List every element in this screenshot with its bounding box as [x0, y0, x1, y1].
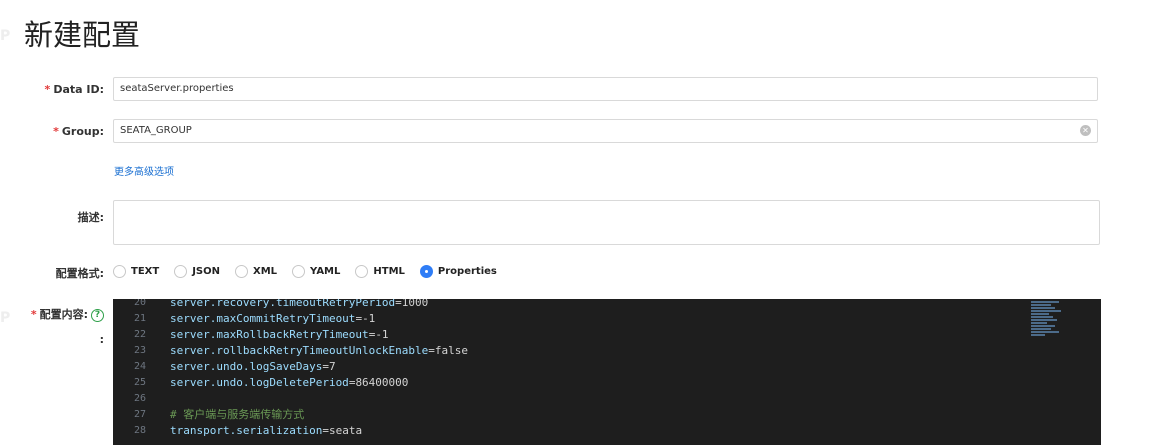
format-option-json[interactable]: JSON: [174, 264, 220, 278]
code-text: server.maxCommitRetryTimeout=-1: [170, 311, 375, 327]
data-id-input[interactable]: seataServer.properties: [113, 77, 1098, 101]
editor-minimap[interactable]: [1031, 301, 1063, 339]
radio-circle-icon[interactable]: [419, 264, 433, 278]
format-option-label: Properties: [437, 265, 497, 277]
group-value: SEATA_GROUP: [120, 125, 192, 136]
line-number: 28: [133, 425, 146, 436]
code-equals: =: [322, 424, 329, 437]
group-input[interactable]: SEATA_GROUP ✕: [113, 119, 1098, 143]
format-label: 配置格式:: [55, 267, 104, 280]
code-text: server.rollbackRetryTimeoutUnlockEnable=…: [170, 343, 468, 359]
code-value: seata: [328, 424, 363, 437]
code-key: server.rollbackRetryTimeoutUnlockEnable: [170, 344, 429, 357]
code-key: server.undo.logDeletePeriod: [170, 376, 349, 389]
advanced-options-link[interactable]: 更多高级选项: [114, 163, 174, 178]
format-option-properties[interactable]: Properties: [419, 264, 497, 278]
content-label-suffix: :: [99, 333, 104, 346]
code-key: transport.serialization: [170, 424, 323, 437]
code-value: false: [434, 344, 469, 357]
format-option-label: YAML: [310, 265, 341, 277]
code-value: -1: [362, 312, 376, 325]
data-id-label: * Data ID:: [44, 83, 104, 96]
radio-circle-icon[interactable]: [355, 264, 369, 278]
radio-circle-icon[interactable]: [234, 264, 248, 278]
watermark-left-bottom: P: [0, 310, 11, 326]
line-number: 21: [133, 313, 146, 324]
required-mark: *: [30, 308, 37, 321]
format-option-text[interactable]: TEXT: [113, 264, 160, 278]
format-option-label: TEXT: [131, 265, 160, 277]
code-equals: =: [322, 360, 329, 373]
description-label: 描述:: [77, 211, 104, 224]
required-mark: *: [53, 125, 59, 138]
code-equals: =: [395, 299, 402, 309]
code-value: 86400000: [355, 376, 409, 389]
format-option-html[interactable]: HTML: [355, 264, 405, 278]
code-value: 1000: [401, 299, 429, 309]
code-equals: =: [428, 344, 435, 357]
clear-circle-icon[interactable]: ✕: [1080, 125, 1091, 136]
format-radio-group: TEXT JSON XML YAML HTML Properties: [113, 263, 512, 279]
code-editor[interactable]: 20 server.recovery.timeoutRetryPeriod=100…: [113, 299, 1101, 445]
content-label: * 配置内容:?: [31, 306, 104, 322]
code-text: server.undo.logSaveDays=7: [170, 359, 336, 375]
radio-circle-icon[interactable]: [174, 264, 188, 278]
code-text: server.undo.logDeletePeriod=86400000: [170, 375, 408, 391]
code-text: # 客户端与服务端传输方式: [170, 407, 304, 423]
code-key: server.undo.logSaveDays: [170, 360, 323, 373]
radio-circle-icon[interactable]: [113, 264, 126, 278]
format-option-yaml[interactable]: YAML: [292, 264, 341, 278]
code-text: transport.serialization=seata: [170, 423, 362, 439]
line-number: 26: [133, 393, 146, 404]
code-key: server.maxRollbackRetryTimeout: [170, 328, 369, 341]
line-number: 27: [133, 409, 146, 420]
code-text: server.recovery.timeoutRetryPeriod=1000: [170, 299, 428, 311]
help-circle-icon[interactable]: ?: [91, 308, 104, 322]
line-number: 25: [133, 377, 146, 388]
line-number: 20: [133, 299, 146, 308]
radio-circle-icon[interactable]: [292, 264, 306, 278]
format-option-label: XML: [252, 265, 278, 277]
watermark-left-top: P: [0, 28, 11, 44]
code-value: 7: [328, 360, 336, 373]
code-key: server.maxCommitRetryTimeout: [170, 312, 356, 325]
format-option-xml[interactable]: XML: [234, 264, 278, 278]
format-option-label: JSON: [192, 265, 220, 277]
required-mark: *: [44, 83, 51, 96]
line-number: 24: [133, 361, 146, 372]
format-option-label: HTML: [373, 265, 405, 277]
description-textarea[interactable]: [113, 200, 1100, 245]
code-value: -1: [375, 328, 389, 341]
code-text: server.maxRollbackRetryTimeout=-1: [170, 327, 389, 343]
line-number: 22: [133, 329, 146, 340]
page-title: 新建配置: [24, 18, 141, 52]
code-key: server.recovery.timeoutRetryPeriod: [170, 299, 396, 309]
line-number: 23: [133, 345, 146, 356]
group-label: * Group:: [53, 125, 104, 138]
code-comment: # 客户端与服务端传输方式: [170, 408, 305, 421]
